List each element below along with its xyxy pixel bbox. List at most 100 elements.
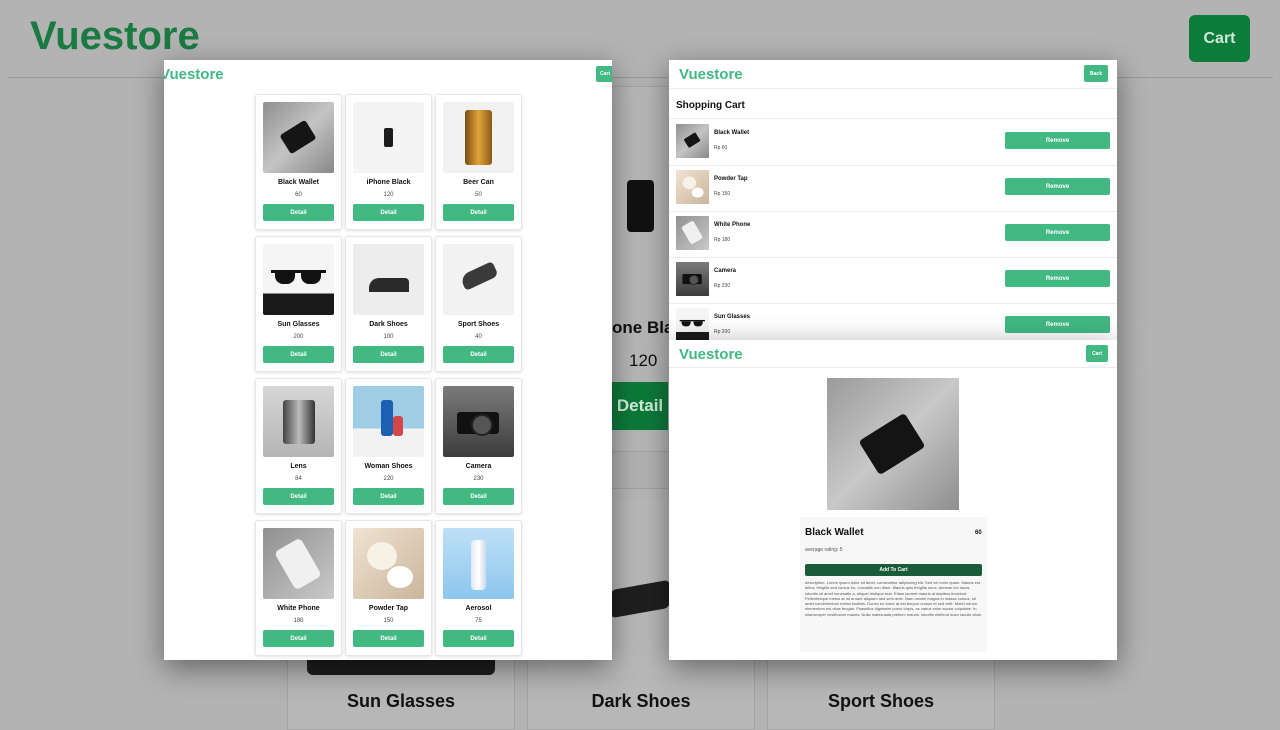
cart-item-name: Black Wallet	[714, 130, 750, 136]
product-price: 120	[383, 192, 394, 198]
phone-white-icon	[676, 216, 709, 250]
detail-button[interactable]: Detail	[263, 488, 334, 505]
background-card-name: Sun Glasses	[346, 691, 456, 711]
detail-cart-button[interactable]: Cart	[1086, 345, 1108, 362]
can-icon	[443, 102, 514, 173]
cart-header-divider	[669, 88, 1117, 89]
product-name: Beer Can	[463, 179, 494, 186]
remove-button[interactable]: Remove	[1005, 270, 1110, 287]
cart-item-list: Black Wallet Rp 60 Remove Powder Tap Rp 150 R…	[669, 119, 1117, 340]
camera-icon	[443, 386, 514, 457]
cart-item-name: Sun Glasses	[714, 314, 751, 320]
background-phone-image	[627, 180, 654, 232]
product-name: White Phone	[277, 605, 320, 612]
cart-title: Shopping Cart	[676, 100, 745, 111]
detail-header-divider	[669, 367, 1117, 368]
detail-button[interactable]: Detail	[263, 204, 334, 221]
sunglasses-icon	[676, 308, 709, 340]
background-logo: Vuestore	[30, 14, 200, 58]
wallet-icon	[676, 124, 709, 158]
product-name: Sport Shoes	[457, 321, 500, 328]
detail-button[interactable]: Detail	[443, 630, 514, 647]
product-price: 150	[383, 618, 394, 624]
detail-button[interactable]: Detail	[443, 488, 514, 505]
cart-item-price: Rp 180	[714, 237, 731, 243]
product-list-panel: Vuestore Cart Black Wallet 60 Detail iPhone…	[164, 60, 612, 660]
heels-icon	[353, 386, 424, 457]
cart-item-name: Camera	[714, 268, 737, 274]
remove-button[interactable]: Remove	[1005, 224, 1110, 241]
background-product-name: one Bla	[612, 318, 674, 337]
detail-button[interactable]: Detail	[353, 488, 424, 505]
product-card: Black Wallet 60 Detail	[255, 94, 342, 230]
product-name: iPhone Black	[366, 179, 411, 186]
back-button[interactable]: Back	[1084, 65, 1108, 82]
background-detail-button[interactable]: Detail	[612, 382, 668, 430]
product-price: 60	[295, 192, 302, 198]
cart-logo[interactable]: Vuestore	[679, 66, 743, 83]
product-card: Powder Tap 150 Detail	[345, 520, 432, 656]
phone-icon	[353, 102, 424, 173]
product-price: 220	[383, 476, 394, 482]
detail-button[interactable]: Detail	[263, 630, 334, 647]
product-name: Aerosol	[465, 605, 492, 612]
cart-item-price: Rp 60	[714, 145, 728, 151]
product-card: Woman Shoes 220 Detail	[345, 378, 432, 514]
remove-button[interactable]: Remove	[1005, 178, 1110, 195]
wallet-icon	[263, 102, 334, 173]
background-card-name: Dark Shoes	[591, 691, 691, 711]
product-name: Powder Tap	[368, 605, 409, 612]
background-card-name: Sport Shoes	[827, 691, 934, 711]
detail-button[interactable]: Detail	[443, 204, 514, 221]
product-price: 40	[475, 334, 482, 340]
product-price: 230	[473, 476, 484, 482]
product-name: Woman Shoes	[364, 463, 413, 470]
lens-icon	[263, 386, 334, 457]
product-price: 100	[383, 334, 394, 340]
cart-item-name: White Phone	[714, 222, 751, 228]
powder-icon	[676, 170, 709, 204]
detail-logo[interactable]: Vuestore	[679, 346, 743, 363]
cart-item-row: Powder Tap Rp 150 Remove	[669, 165, 1117, 212]
powder-icon	[353, 528, 424, 599]
product-price: 180	[293, 618, 304, 624]
detail-button[interactable]: Detail	[263, 346, 334, 363]
detail-button[interactable]: Detail	[443, 346, 514, 363]
detail-button[interactable]: Detail	[353, 204, 424, 221]
add-to-cart-button[interactable]: Add To Cart	[805, 564, 982, 576]
camera-icon	[676, 262, 709, 296]
sunglasses-icon	[263, 244, 334, 315]
list-logo[interactable]: Vuestore	[164, 66, 224, 83]
shoe-sport-icon	[443, 244, 514, 315]
wallet-icon	[858, 412, 926, 476]
detail-description: description: Lorem ipsum dolor sit amet,…	[805, 580, 982, 617]
product-card: Lens 84 Detail	[255, 378, 342, 514]
cart-item-price: Rp 150	[714, 191, 731, 197]
detail-price: 60	[975, 530, 982, 536]
product-name: Lens	[290, 463, 307, 470]
cart-panel: Vuestore Back Shopping Cart Black Wallet…	[669, 60, 1117, 340]
product-name: Sun Glasses	[277, 321, 320, 328]
product-card: Aerosol 75 Detail	[435, 520, 522, 656]
remove-button[interactable]: Remove	[1005, 132, 1110, 149]
remove-button[interactable]: Remove	[1005, 316, 1110, 333]
detail-button[interactable]: Detail	[353, 630, 424, 647]
product-name: Black Wallet	[278, 179, 319, 186]
product-name: Dark Shoes	[369, 321, 408, 328]
background-product-price: 120	[629, 351, 658, 370]
cart-item-row: White Phone Rp 180 Remove	[669, 211, 1117, 258]
cart-item-row: Black Wallet Rp 60 Remove	[669, 119, 1117, 166]
product-card: Beer Can 50 Detail	[435, 94, 522, 230]
product-price: 84	[295, 476, 302, 482]
detail-info-box: Black Wallet 60 average rating: 5 Add To…	[800, 517, 987, 652]
product-card: Camera 230 Detail	[435, 378, 522, 514]
cart-item-price: Rp 200	[714, 329, 731, 335]
product-card: White Phone 180 Detail	[255, 520, 342, 656]
background-cart-button[interactable]: Cart	[1189, 15, 1250, 62]
list-cart-button[interactable]: Cart	[596, 66, 612, 82]
cart-item-row: Sun Glasses Rp 200 Remove	[669, 303, 1117, 340]
detail-product-name: Black Wallet	[805, 527, 864, 538]
product-price: 200	[293, 334, 304, 340]
aerosol-icon	[443, 528, 514, 599]
detail-button[interactable]: Detail	[353, 346, 424, 363]
